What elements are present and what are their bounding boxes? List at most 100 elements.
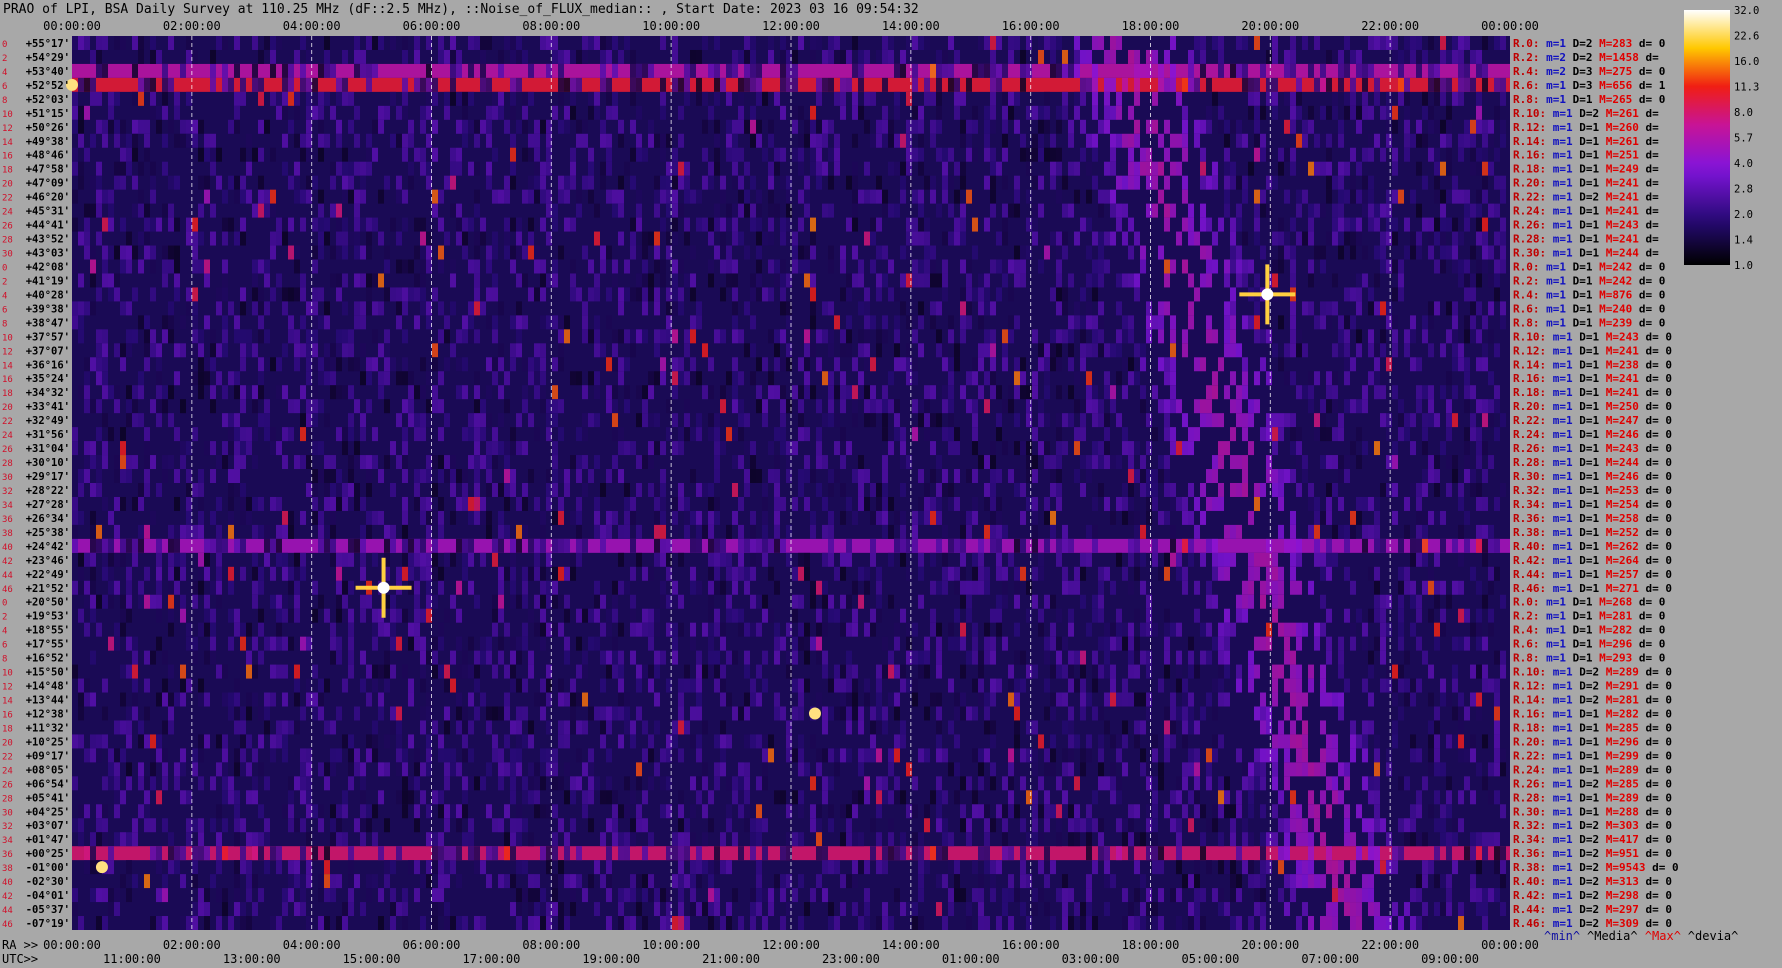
noise-cell	[1302, 36, 1308, 50]
noise-cell	[798, 552, 804, 567]
noise-cell	[336, 608, 342, 623]
noise-cell	[594, 203, 600, 218]
noise-cell	[504, 231, 510, 246]
noise-cell	[306, 105, 312, 120]
noise-cell	[1368, 608, 1374, 623]
noise-cell	[456, 147, 462, 162]
noise-cell	[210, 203, 216, 218]
noise-cell	[558, 678, 564, 693]
noise-cell	[396, 175, 402, 190]
noise-cell	[288, 427, 294, 442]
noise-cell	[1416, 133, 1422, 148]
noise-cell	[1422, 510, 1428, 525]
noise-cell	[690, 566, 696, 581]
noise-cell	[72, 91, 78, 106]
noise-cell	[804, 622, 810, 637]
noise-cell	[408, 385, 414, 400]
noise-cell	[306, 427, 312, 442]
noise-cell	[876, 399, 882, 414]
noise-cell	[960, 636, 966, 651]
noise-cell	[1356, 455, 1362, 470]
noise-cell	[1362, 91, 1368, 106]
noise-cell	[1404, 77, 1410, 92]
noise-cell	[612, 203, 618, 218]
noise-cell	[1236, 63, 1242, 78]
noise-cell	[1332, 105, 1338, 120]
noise-cell	[174, 133, 180, 148]
noise-cell	[510, 678, 516, 693]
noise-cell	[780, 231, 786, 246]
noise-cell	[972, 287, 978, 302]
noise-cell	[1182, 77, 1188, 92]
noise-cell	[1368, 189, 1374, 204]
noise-cell	[1020, 245, 1026, 260]
noise-cell	[678, 441, 684, 456]
noise-cell	[1146, 622, 1152, 637]
noise-cell	[630, 608, 636, 623]
noise-cell	[162, 385, 168, 400]
noise-cell	[1092, 315, 1098, 330]
noise-cell	[132, 650, 138, 665]
noise-cell	[1206, 329, 1212, 344]
noise-cell	[1080, 483, 1086, 497]
noise-cell	[1188, 650, 1194, 665]
noise-cell	[258, 147, 264, 162]
noise-cell	[144, 231, 150, 246]
noise-cell	[102, 189, 108, 204]
noise-cell	[240, 217, 246, 232]
noise-cell	[282, 133, 288, 148]
noise-cell	[402, 427, 408, 442]
noise-cell	[756, 399, 762, 414]
noise-cell	[306, 371, 312, 386]
noise-cell	[282, 594, 288, 609]
noise-cell	[756, 664, 762, 679]
noise-cell	[750, 552, 756, 567]
noise-cell	[402, 455, 408, 470]
noise-cell	[456, 91, 462, 106]
noise-cell	[918, 36, 924, 50]
noise-cell	[1230, 343, 1236, 358]
noise-cell	[1206, 119, 1212, 134]
noise-cell	[1056, 650, 1062, 665]
noise-cell	[1296, 427, 1302, 442]
noise-cell	[498, 650, 504, 665]
noise-cell	[594, 371, 600, 386]
noise-cell	[132, 245, 138, 260]
noise-cell	[72, 538, 78, 553]
noise-cell	[894, 161, 900, 176]
noise-cell	[96, 119, 102, 134]
noise-cell	[228, 496, 234, 511]
noise-cell	[462, 315, 468, 330]
noise-cell	[396, 189, 402, 204]
noise-cell	[162, 203, 168, 218]
noise-cell	[1440, 678, 1446, 693]
noise-cell	[1500, 315, 1506, 330]
noise-cell	[108, 594, 114, 609]
noise-cell	[552, 36, 558, 50]
noise-cell	[1098, 273, 1104, 288]
noise-cell	[1002, 133, 1008, 148]
noise-cell	[624, 524, 630, 539]
noise-cell	[612, 329, 618, 344]
noise-cell	[828, 678, 834, 693]
noise-cell	[1212, 329, 1218, 344]
noise-cell	[636, 77, 642, 92]
noise-cell	[750, 524, 756, 539]
noise-cell	[600, 538, 606, 553]
noise-cell	[750, 469, 756, 483]
noise-cell	[342, 301, 348, 316]
noise-cell	[720, 189, 726, 204]
noise-cell	[1410, 552, 1416, 567]
noise-cell	[528, 538, 534, 553]
noise-cell	[1290, 105, 1296, 120]
noise-cell	[1476, 203, 1482, 218]
noise-cell	[1386, 594, 1392, 609]
noise-cell	[1446, 455, 1452, 470]
noise-cell	[114, 245, 120, 260]
noise-cell	[720, 217, 726, 232]
noise-cell	[1476, 231, 1482, 246]
noise-cell	[186, 301, 192, 316]
noise-cell	[822, 49, 828, 64]
noise-cell	[276, 36, 282, 50]
noise-cell	[1344, 455, 1350, 470]
